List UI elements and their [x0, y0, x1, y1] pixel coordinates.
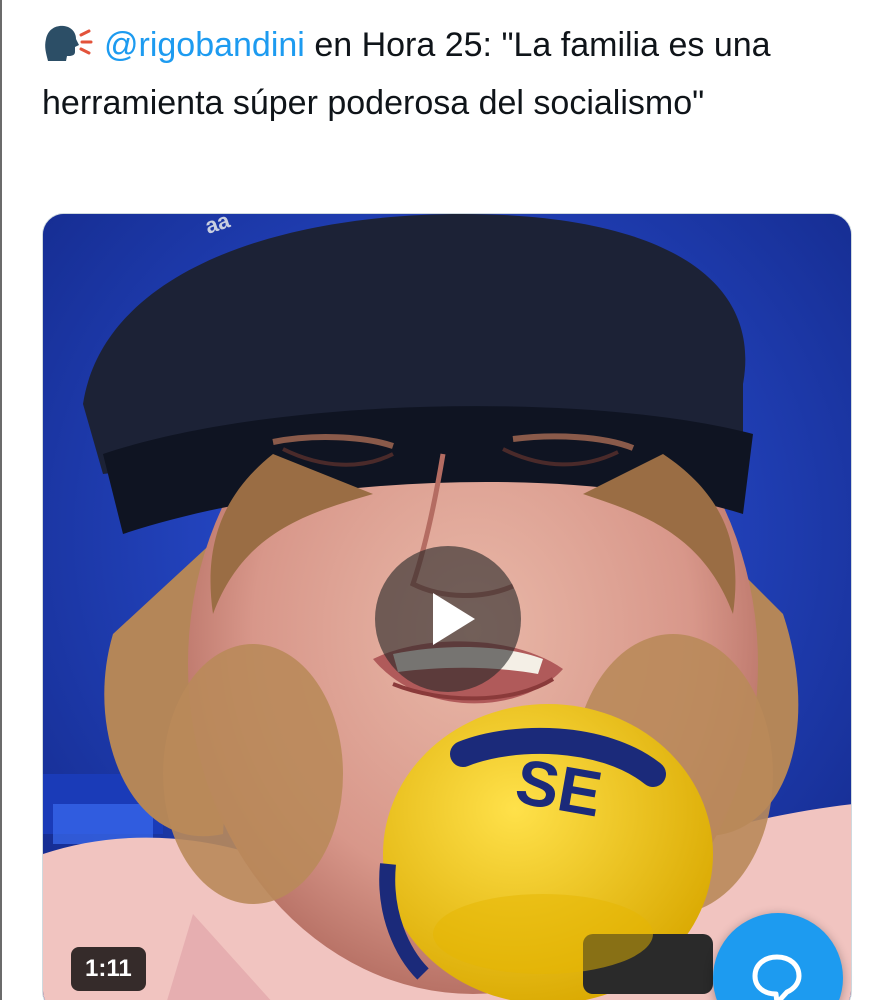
- video-duration: 1:11: [71, 947, 146, 991]
- tweet-text: @rigobandini en Hora 25: "La familia es …: [42, 16, 842, 132]
- play-button[interactable]: [375, 546, 521, 692]
- mention-link[interactable]: @rigobandini: [104, 26, 305, 64]
- play-icon: [433, 593, 475, 645]
- left-border: [0, 0, 2, 1000]
- video-player[interactable]: aa SE 1:11: [42, 213, 852, 1000]
- speaking-head-icon: [42, 23, 94, 63]
- reply-bubble-icon: [752, 954, 802, 1000]
- svg-text:SE: SE: [511, 745, 608, 831]
